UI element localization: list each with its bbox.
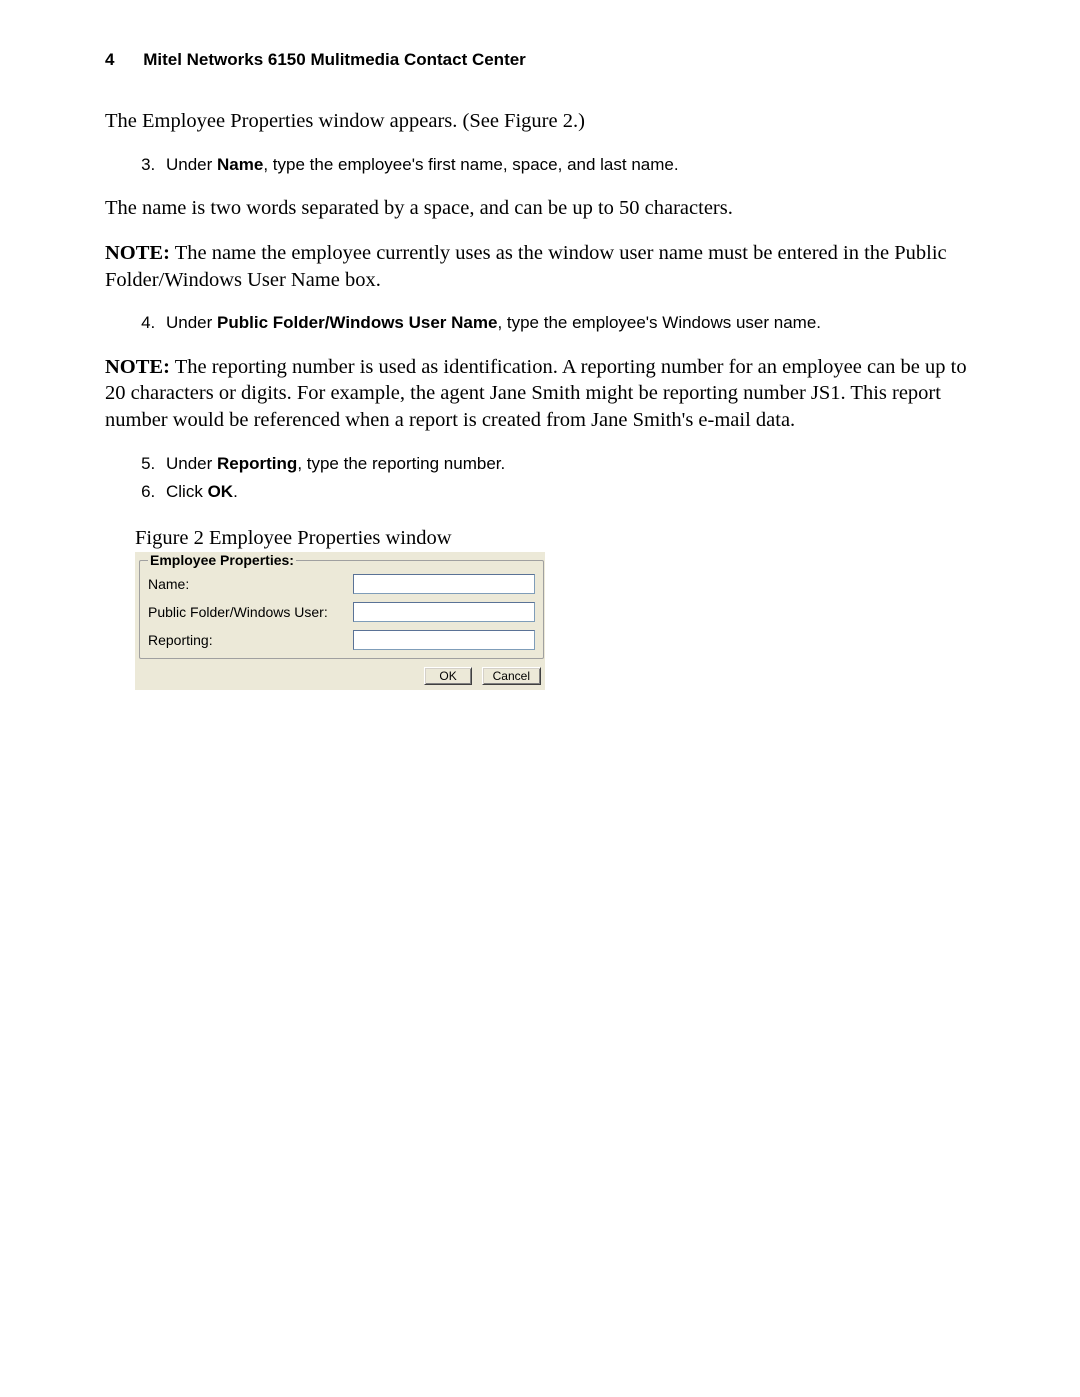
ok-button[interactable]: OK [424,667,472,685]
note-1-body: The name the employee currently uses as … [105,242,947,291]
step-3-prefix: Under [166,155,217,174]
intro-paragraph: The Employee Properties window appears. … [105,108,975,135]
step-4: Under Public Folder/Windows User Name, t… [160,311,975,336]
label-public-folder: Public Folder/Windows User: [148,604,353,620]
name-input[interactable] [353,574,535,594]
step-5-suffix: , type the reporting number. [297,454,505,473]
note-1-label: NOTE: [105,242,170,264]
step-4-bold: Public Folder/Windows User Name [217,313,497,332]
figure-caption: Figure 2 Employee Properties window [135,527,975,550]
steps-list-5-6: Under Reporting, type the reporting numb… [105,452,975,505]
note-1: NOTE: The name the employee currently us… [105,240,975,293]
header-title: Mitel Networks 6150 Mulitmedia Contact C… [143,50,526,69]
label-reporting: Reporting: [148,632,353,648]
row-name: Name: [148,574,535,594]
step-3: Under Name, type the employee's first na… [160,153,975,178]
step-5-bold: Reporting [217,454,297,473]
reporting-input[interactable] [353,630,535,650]
row-reporting: Reporting: [148,630,535,650]
step-4-prefix: Under [166,313,217,332]
name-rule-paragraph: The name is two words separated by a spa… [105,195,975,222]
dialog-button-row: OK Cancel [139,663,541,686]
steps-list-4: Under Public Folder/Windows User Name, t… [105,311,975,336]
step-6-prefix: Click [166,482,208,501]
step-5-prefix: Under [166,454,217,473]
employee-properties-dialog: Employee Properties: Name: Public Folder… [135,552,545,690]
page-header: 4 Mitel Networks 6150 Mulitmedia Contact… [105,50,975,70]
step-6-suffix: . [233,482,238,501]
dialog-legend: Employee Properties: [148,552,296,568]
step-3-suffix: , type the employee's first name, space,… [263,155,678,174]
page-number: 4 [105,50,114,70]
note-2-body: The reporting number is used as identifi… [105,356,967,431]
label-name: Name: [148,576,353,592]
step-5: Under Reporting, type the reporting numb… [160,452,975,477]
cancel-button[interactable]: Cancel [482,667,541,685]
step-6-bold: OK [208,482,234,501]
public-folder-input[interactable] [353,602,535,622]
row-public-folder: Public Folder/Windows User: [148,602,535,622]
document-page: 4 Mitel Networks 6150 Mulitmedia Contact… [0,0,1080,740]
step-4-suffix: , type the employee's Windows user name. [497,313,821,332]
step-6: Click OK. [160,480,975,505]
steps-list-3: Under Name, type the employee's first na… [105,153,975,178]
note-2: NOTE: The reporting number is used as id… [105,354,975,434]
note-2-label: NOTE: [105,356,170,378]
step-3-bold: Name [217,155,263,174]
